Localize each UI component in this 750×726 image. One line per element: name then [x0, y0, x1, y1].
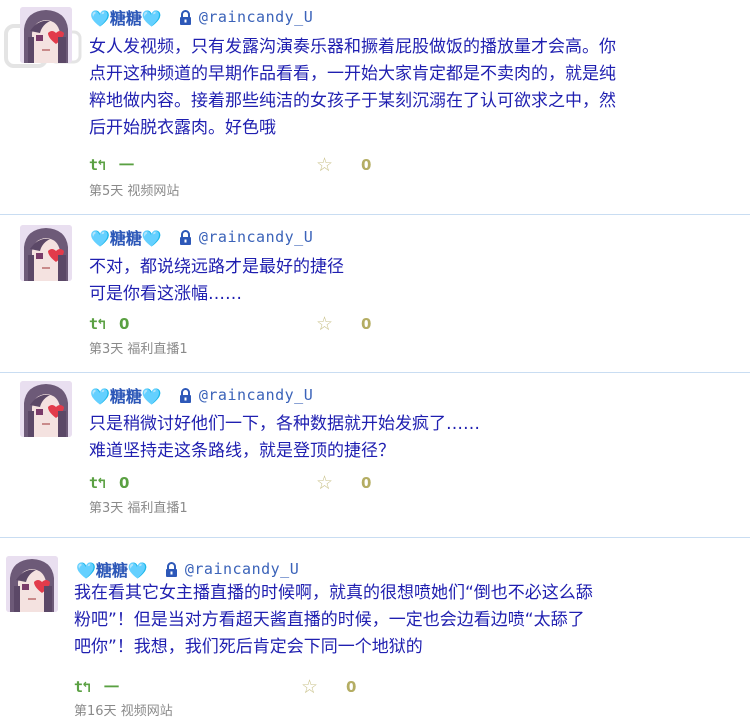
favorite-count: 0: [361, 315, 372, 333]
star-icon[interactable]: ☆: [316, 315, 333, 334]
post-source[interactable]: 福利直播1: [127, 501, 187, 516]
post-actions: t↰ 0 ☆ 0: [89, 315, 389, 334]
retweet-icon[interactable]: t↰: [89, 156, 106, 174]
author-name[interactable]: 🩵糖糖🩵: [90, 5, 162, 29]
post-text: 只是稍微讨好他们一下，各种数据就开始发疯了…… 难道坚持走这条路线，就是登顶的捷…: [89, 414, 480, 461]
post-actions: t↰ 一 ☆ 0: [89, 156, 389, 175]
lock-icon: [178, 9, 193, 25]
post-source[interactable]: 福利直播1: [127, 342, 187, 357]
favorite-count: 0: [361, 474, 372, 492]
post-time: 第5天: [89, 184, 124, 199]
author-name[interactable]: 🩵糖糖🩵: [76, 557, 148, 581]
avatar[interactable]: [6, 556, 58, 612]
post-actions: t↰ 0 ☆ 0: [89, 474, 389, 493]
author-name[interactable]: 🩵糖糖🩵: [90, 225, 162, 249]
favorite-count: 0: [361, 156, 372, 174]
author-handle[interactable]: @raincandy_U: [185, 560, 299, 578]
author-handle[interactable]: @raincandy_U: [199, 228, 313, 246]
post-text: 我在看其它女主播直播的时候啊，就真的很想喷她们“倒也不必这么舔 粉吧”！但是当对…: [74, 583, 593, 657]
retweet-icon[interactable]: t↰: [89, 474, 106, 492]
avatar-image: [6, 556, 58, 612]
separator: [0, 214, 750, 215]
avatar-image: [20, 381, 72, 437]
avatar[interactable]: [20, 381, 72, 437]
retweet-count: 一: [104, 678, 120, 696]
separator: [0, 372, 750, 373]
star-icon[interactable]: ☆: [301, 678, 318, 697]
author-handle[interactable]: @raincandy_U: [199, 386, 313, 404]
retweet-count: 0: [119, 315, 130, 333]
separator: [0, 537, 750, 538]
retweet-count: 0: [119, 474, 130, 492]
retweet-icon[interactable]: t↰: [89, 315, 106, 333]
retweet-icon[interactable]: t↰: [74, 678, 91, 696]
retweet-count: 一: [119, 156, 135, 174]
star-icon[interactable]: ☆: [316, 156, 333, 175]
post-text: 女人发视频，只有发露沟演奏乐器和撅着屁股做饭的播放量才会高。你 点开这种频道的早…: [89, 37, 616, 138]
lock-icon: [178, 229, 193, 245]
lock-icon: [164, 561, 179, 577]
author-name[interactable]: 🩵糖糖🩵: [90, 383, 162, 407]
avatar[interactable]: [20, 7, 72, 63]
favorite-count: 0: [346, 678, 357, 696]
avatar-image: [20, 7, 72, 63]
post-text: 不对，都说绕远路才是最好的捷径 可是你看这涨幅……: [89, 257, 344, 304]
post-time: 第3天: [89, 501, 124, 516]
author-handle[interactable]: @raincandy_U: [199, 8, 313, 26]
avatar-image: [20, 225, 72, 281]
post-source[interactable]: 视频网站: [127, 184, 179, 199]
lock-icon: [178, 387, 193, 403]
star-icon[interactable]: ☆: [316, 474, 333, 493]
post-source[interactable]: 视频网站: [121, 704, 173, 719]
post-time: 第16天: [74, 704, 117, 719]
post-actions: t↰ 一 ☆ 0: [74, 678, 374, 697]
post-time: 第3天: [89, 342, 124, 357]
avatar[interactable]: [20, 225, 72, 281]
